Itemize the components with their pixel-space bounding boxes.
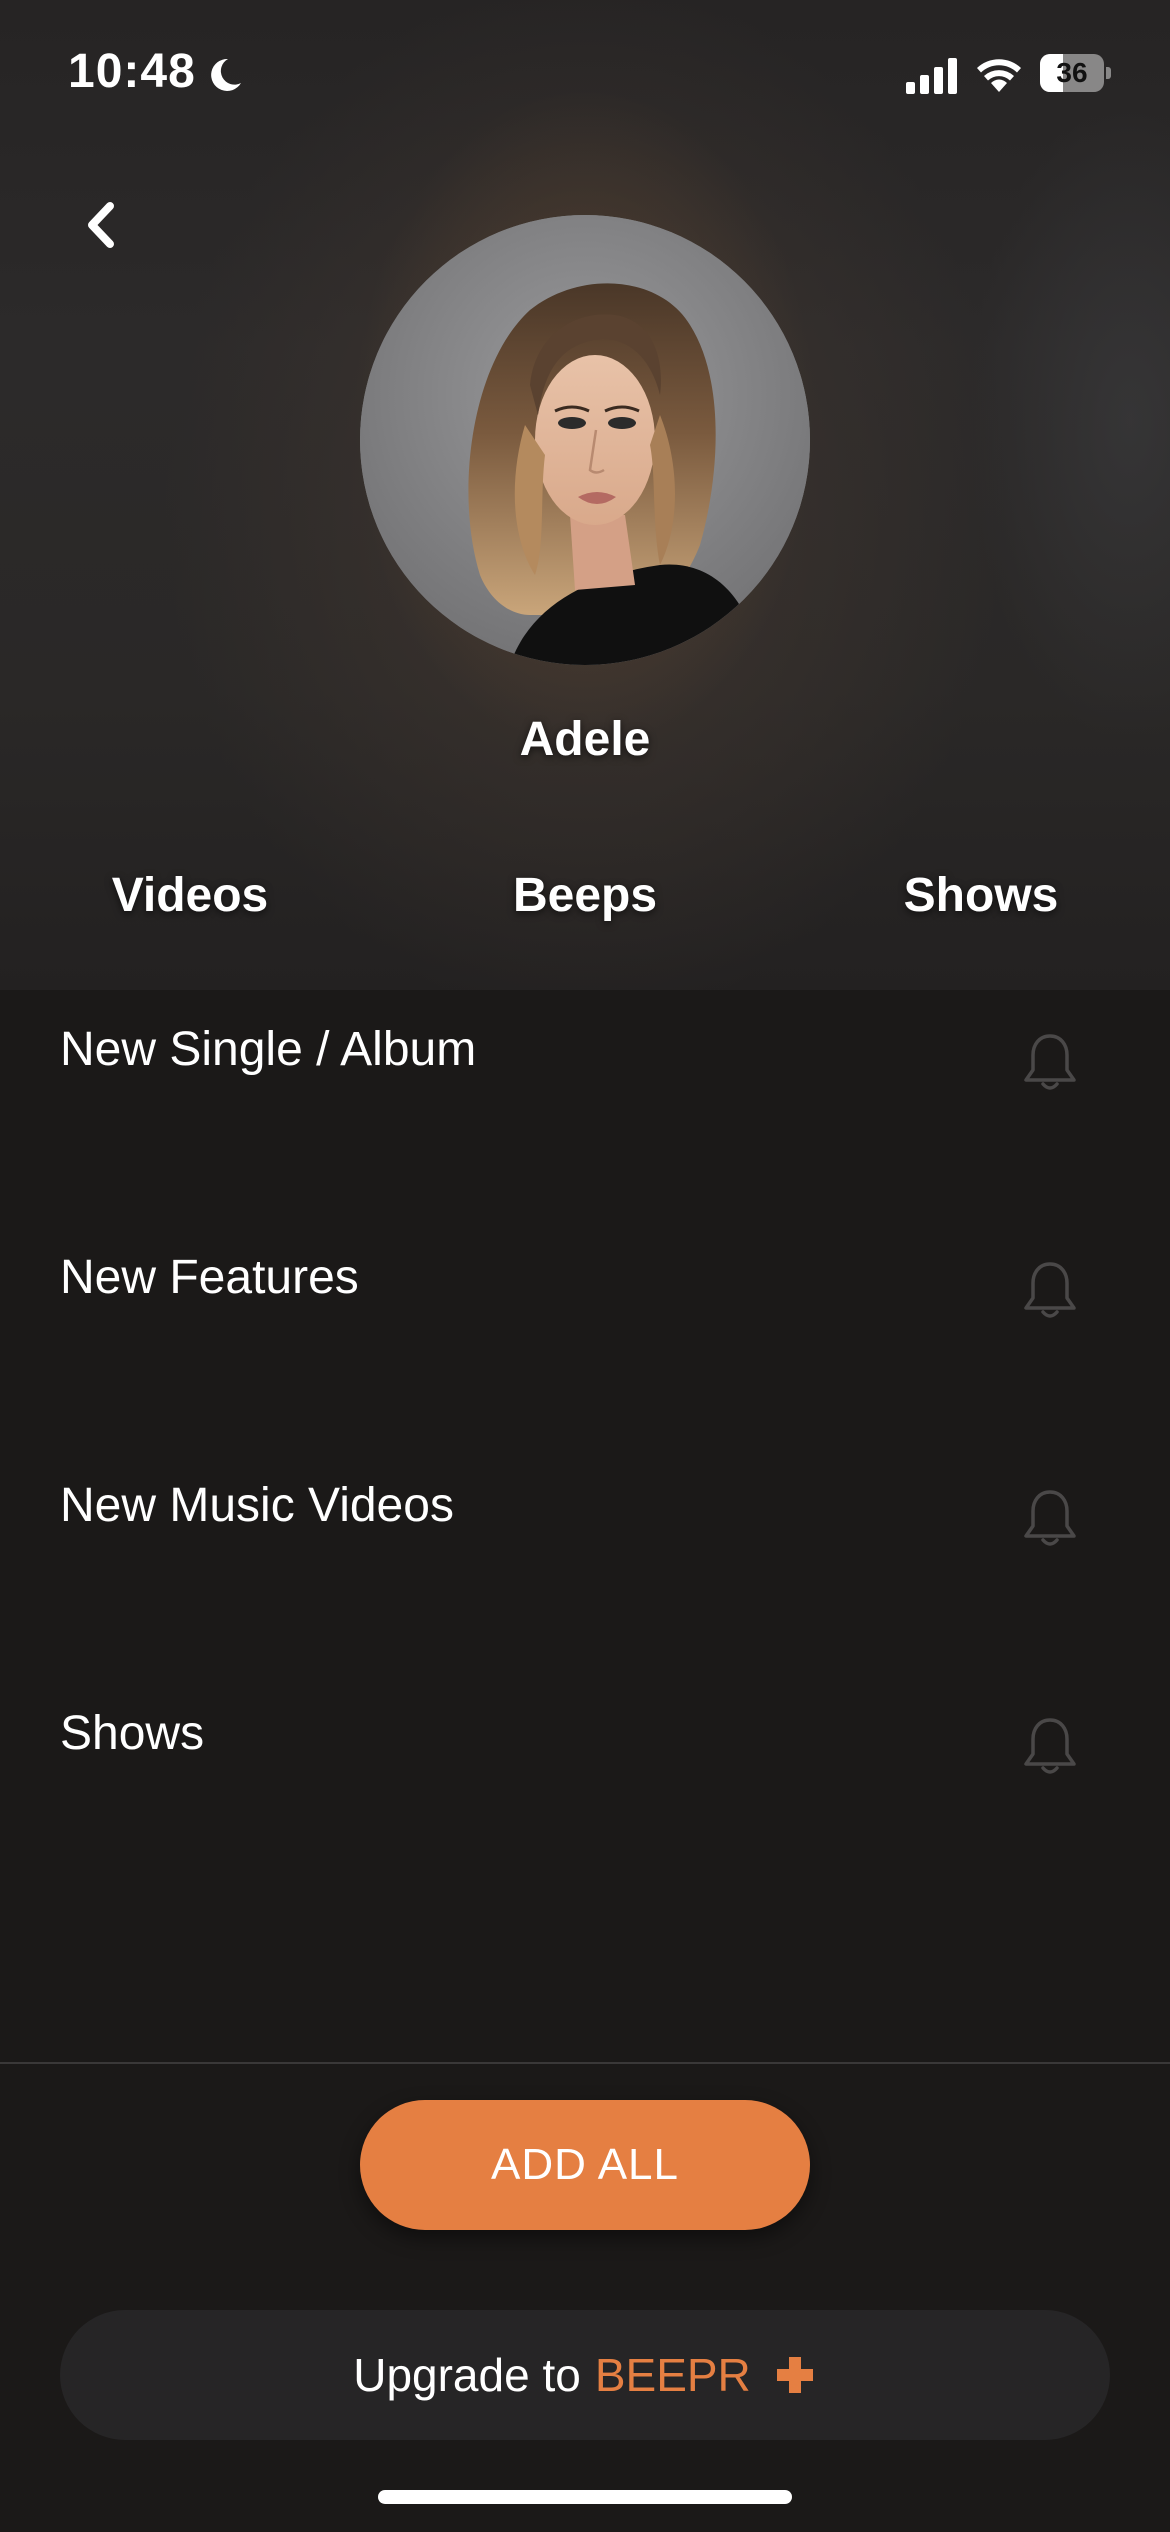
list-item-label: New Features [60, 1251, 359, 1304]
tab-videos[interactable]: Videos [40, 868, 340, 923]
upgrade-label: Upgrade to [353, 2349, 581, 2401]
bell-icon[interactable] [1020, 1714, 1080, 1780]
tab-shows[interactable]: Shows [831, 868, 1131, 923]
list-item-label: New Single / Album [60, 1023, 477, 1076]
artist-photo [360, 215, 810, 665]
upgrade-brand-label: BEEPR [594, 2349, 751, 2401]
add-all-button[interactable]: ADD ALL [360, 2100, 810, 2230]
list-item-label: New Music Videos [60, 1479, 454, 1532]
battery-level-text: 36 [1056, 57, 1088, 88]
notification-item-new-music-videos[interactable]: New Music Videos [0, 1446, 1170, 1566]
moon-icon [211, 58, 241, 91]
list-item-label: Shows [60, 1707, 205, 1760]
bell-icon[interactable] [1020, 1030, 1080, 1096]
artist-name: Adele [519, 713, 651, 766]
battery-indicator: 36 [1040, 54, 1111, 92]
back-button[interactable] [70, 190, 140, 260]
cellular-signal-icon [906, 58, 957, 94]
status-bar: 10:48 36 [0, 0, 1170, 150]
tab-beeps[interactable]: Beeps [435, 868, 735, 923]
battery-tip [1106, 67, 1111, 79]
wifi-icon [977, 59, 1021, 92]
upgrade-content: Upgrade to BEEPR [60, 2310, 1110, 2440]
notification-item-new-features[interactable]: New Features [0, 1218, 1170, 1338]
notification-item-shows[interactable]: Shows [0, 1674, 1170, 1794]
artist-avatar [360, 215, 810, 665]
plus-icon [776, 2357, 813, 2393]
upgrade-button[interactable]: Upgrade to BEEPR [60, 2310, 1110, 2440]
bell-icon[interactable] [1020, 1258, 1080, 1324]
tab-bar: Videos Beeps Shows [0, 868, 1170, 948]
chevron-left-icon [88, 202, 114, 248]
artist-screen: 10:48 36 Adele Videos Beeps Shows New Si… [0, 0, 1170, 2532]
footer-divider [0, 2062, 1170, 2064]
notification-item-new-single-album[interactable]: New Single / Album [0, 990, 1170, 1110]
battery-body: 36 [1040, 54, 1104, 92]
bell-icon[interactable] [1020, 1486, 1080, 1552]
status-time: 10:48 [68, 45, 196, 98]
home-indicator [378, 2490, 792, 2504]
